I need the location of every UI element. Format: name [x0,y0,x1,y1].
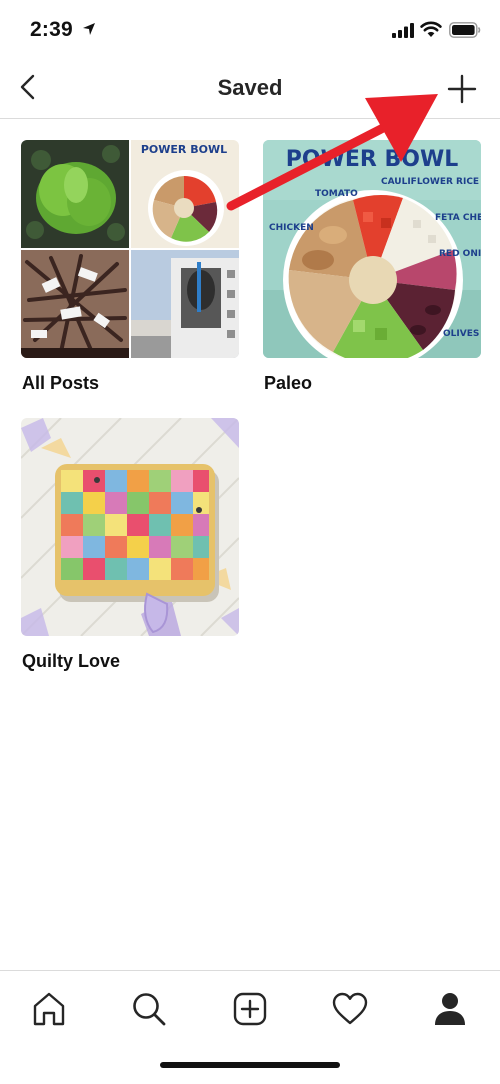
battery-icon [449,22,481,38]
thumb-tag-cauliflower: CAULIFLOWER RICE [381,177,479,187]
nav-bar: Saved [0,58,500,119]
activity-heart-icon[interactable] [330,989,370,1029]
page-title: Saved [217,75,283,100]
collection-all-posts[interactable]: POWER BOWL All Posts [21,140,239,393]
status-bar: 2:39 [0,0,500,58]
collection-quilty-love[interactable]: Quilty Love [21,418,239,671]
thumb-tag-olives: OLIVES [443,329,479,339]
search-icon[interactable] [129,989,169,1029]
thumb-tag-onion: RED ONION [439,249,481,259]
collection-thumbnail [21,418,239,636]
thumb-bowl-title: POWER BOWL [286,147,458,172]
status-time: 2:39 [30,18,73,41]
wifi-icon [420,21,442,37]
collection-label-all-posts: All Posts [22,373,100,393]
home-icon[interactable] [29,989,69,1029]
profile-icon[interactable] [430,989,470,1029]
collection-thumbnail: POWER BOWL CHICKEN TOMATO CAULIFLOWER RI… [263,140,481,358]
thumb-tag-tomato: TOMATO [315,189,358,199]
collection-paleo[interactable]: POWER BOWL CHICKEN TOMATO CAULIFLOWER RI… [263,140,481,393]
thumb-bowl-title: POWER BOWL [141,143,227,156]
add-collection-icon[interactable] [444,71,480,107]
cellular-signal-icon [392,23,414,38]
home-indicator[interactable] [160,1062,340,1068]
location-arrow-icon [83,23,95,35]
new-post-icon[interactable] [230,989,270,1029]
collection-label-quilty-love: Quilty Love [22,651,121,671]
collection-label-paleo: Paleo [264,373,313,393]
thumb-tag-chicken: CHICKEN [269,223,314,233]
thumb-tag-feta: FETA CHEESE [435,213,481,223]
collection-thumbnail: POWER BOWL [21,140,239,358]
